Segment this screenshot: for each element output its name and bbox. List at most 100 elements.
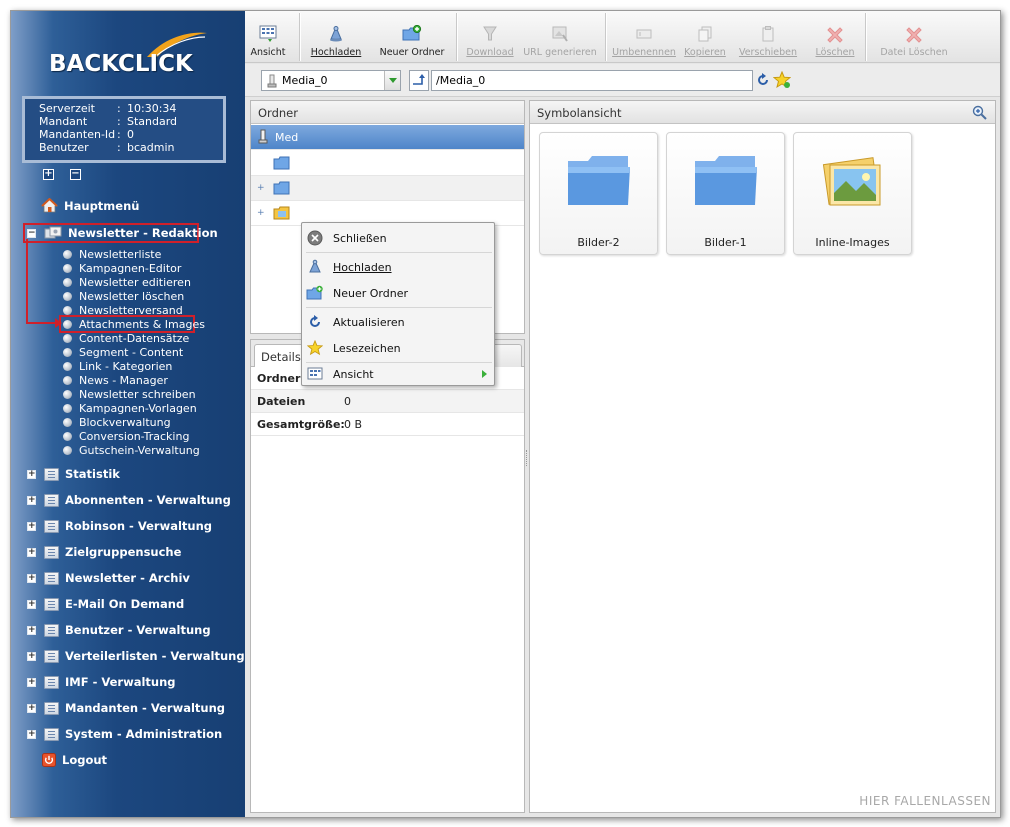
nav-hauptmenu[interactable]: Hauptmenü (41, 198, 139, 213)
tree-row-folder[interactable] (251, 151, 524, 176)
bullet-icon (63, 417, 72, 427)
tree-expand-controls: + − (43, 169, 81, 180)
sub-newsletter-loeschen[interactable]: Newsletter löschen (63, 289, 205, 303)
sub-conversion-tracking[interactable]: Conversion-Tracking (63, 429, 205, 443)
move-clipboard-icon (762, 26, 774, 42)
expand-icon[interactable]: + (27, 573, 36, 583)
nav-robinson-verwaltung[interactable]: + Robinson - Verwaltung (27, 519, 212, 533)
bullet-icon (63, 375, 72, 385)
section-icon (44, 675, 59, 689)
nav-statistik[interactable]: + Statistik (27, 467, 120, 481)
sub-blockverwaltung[interactable]: Blockverwaltung (63, 415, 205, 429)
expand-all-button[interactable]: + (43, 169, 54, 180)
folder-icon (568, 156, 630, 205)
expand-icon[interactable]: + (27, 703, 36, 713)
nav-system-administration[interactable]: + System - Administration (27, 727, 222, 741)
sidebar: BACKCLICK Serverzeit:10:30:34 Mandant: St… (11, 11, 245, 817)
ctx-view[interactable]: Ansicht (306, 363, 490, 385)
nav-newsletter-redaktion[interactable]: − Newsletter - Redaktion (27, 226, 218, 240)
hochladen-button[interactable]: Hochladen (308, 15, 364, 61)
expand-icon[interactable]: + (27, 521, 36, 531)
folder-tile-inline-images[interactable]: Inline-Images (793, 132, 912, 255)
bookmark-star-icon[interactable] (773, 71, 791, 89)
expand-icon[interactable]: + (27, 469, 36, 479)
expand-icon[interactable]: + (27, 495, 36, 505)
ctx-close[interactable]: Schließen (306, 227, 490, 249)
path-input[interactable]: /Media_0 (431, 70, 753, 91)
upload-icon (330, 25, 342, 42)
path-up-button[interactable] (409, 70, 429, 91)
tree-row-media[interactable]: Med (251, 125, 524, 150)
bullet-icon (63, 319, 72, 329)
nav-imf-verwaltung[interactable]: + IMF - Verwaltung (27, 675, 176, 689)
tree-expand-icon[interactable]: + (257, 183, 265, 193)
loeschen-button[interactable]: Löschen (813, 15, 857, 61)
nav-email-on-demand[interactable]: + E-Mail On Demand (27, 597, 184, 611)
sub-newsletter-editieren[interactable]: Newsletter editieren (63, 275, 205, 289)
expand-icon[interactable]: + (27, 729, 36, 739)
section-icon (44, 467, 59, 481)
sub-segment-content[interactable]: Segment - Content (63, 345, 205, 359)
toolbar-separator (605, 13, 606, 61)
ctx-bookmarks[interactable]: Lesezeichen (306, 337, 490, 359)
verschieben-button[interactable]: Verschieben (735, 15, 801, 61)
nav-benutzer-verwaltung[interactable]: + Benutzer - Verwaltung (27, 623, 211, 637)
nav-zielgruppensuche[interactable]: + Zielgruppensuche (27, 545, 181, 559)
nav-logout[interactable]: Logout (42, 753, 107, 767)
refresh-icon[interactable] (756, 73, 770, 87)
power-icon (42, 753, 56, 767)
drive-select[interactable]: Media_0 (261, 70, 401, 91)
download-funnel-icon (483, 26, 497, 41)
drive-dropdown-arrow-icon[interactable] (384, 71, 400, 90)
expand-icon[interactable]: + (27, 677, 36, 687)
sub-news-manager[interactable]: News - Manager (63, 373, 205, 387)
sub-newsletterliste[interactable]: Newsletterliste (63, 247, 205, 261)
nav-mandanten-verwaltung[interactable]: + Mandanten - Verwaltung (27, 701, 225, 715)
collapse-icon[interactable]: − (27, 228, 36, 238)
kopieren-button[interactable]: Kopieren (680, 15, 730, 61)
zoom-in-icon[interactable] (972, 105, 987, 120)
newsletter-submenu: Newsletterliste Kampagnen-Editor Newslet… (63, 247, 205, 457)
bullet-icon (63, 263, 72, 273)
section-icon (44, 701, 59, 715)
bullet-icon (63, 361, 72, 371)
tree-row-folder[interactable]: + (251, 176, 524, 201)
sub-kampagnen-editor[interactable]: Kampagnen-Editor (63, 261, 205, 275)
folder-tile-bilder-2[interactable]: Bilder-2 (539, 132, 658, 255)
sub-kampagnen-vorlagen[interactable]: Kampagnen-Vorlagen (63, 401, 205, 415)
delete-file-x-icon (906, 27, 922, 43)
tree-expand-icon[interactable]: + (257, 208, 265, 218)
expand-icon[interactable]: + (27, 547, 36, 557)
up-arrow-icon (413, 74, 425, 85)
expand-icon[interactable]: + (27, 599, 36, 609)
sub-link-kategorien[interactable]: Link - Kategorien (63, 359, 205, 373)
sub-newsletterversand[interactable]: Newsletterversand (63, 303, 205, 317)
ctx-refresh[interactable]: Aktualisieren (306, 311, 490, 333)
sub-content-datensaetze[interactable]: Content-Datensätze (63, 331, 205, 345)
detail-row-dateien: Dateien 0 (251, 390, 524, 413)
url-generieren-button[interactable]: URL generieren (523, 15, 597, 61)
ansicht-button[interactable]: Ansicht (250, 15, 286, 61)
neuer-ordner-button[interactable]: Neuer Ordner (371, 15, 453, 61)
sub-attachments-images[interactable]: Attachments & Images (63, 317, 205, 331)
star-icon (307, 340, 323, 356)
umbenennen-button[interactable]: Umbenennen (612, 15, 676, 61)
sub-newsletter-schreiben[interactable]: Newsletter schreiben (63, 387, 205, 401)
ctx-upload[interactable]: Hochladen (306, 256, 490, 278)
section-icon (44, 545, 59, 559)
details-panel: Details Suche Ordner3 Dateien0 Gesamtgrö… (250, 339, 525, 813)
new-folder-icon (402, 25, 422, 41)
section-icon (44, 493, 59, 507)
expand-icon[interactable]: + (27, 625, 36, 635)
nav-newsletter-archiv[interactable]: + Newsletter - Archiv (27, 571, 190, 585)
nav-verteilerlisten-verwaltung[interactable]: + Verteilerlisten - Verwaltung (27, 649, 245, 663)
ctx-new-folder[interactable]: Neuer Ordner (306, 282, 490, 304)
sub-gutschein-verwaltung[interactable]: Gutschein-Verwaltung (63, 443, 205, 457)
datei-loeschen-button[interactable]: Datei Löschen (877, 15, 951, 61)
newsletter-group-icon (44, 226, 62, 239)
download-button[interactable]: Download (465, 15, 515, 61)
expand-icon[interactable]: + (27, 651, 36, 661)
nav-abonnenten-verwaltung[interactable]: + Abonnenten - Verwaltung (27, 493, 231, 507)
collapse-all-button[interactable]: − (70, 169, 81, 180)
folder-tile-bilder-1[interactable]: Bilder-1 (666, 132, 785, 255)
